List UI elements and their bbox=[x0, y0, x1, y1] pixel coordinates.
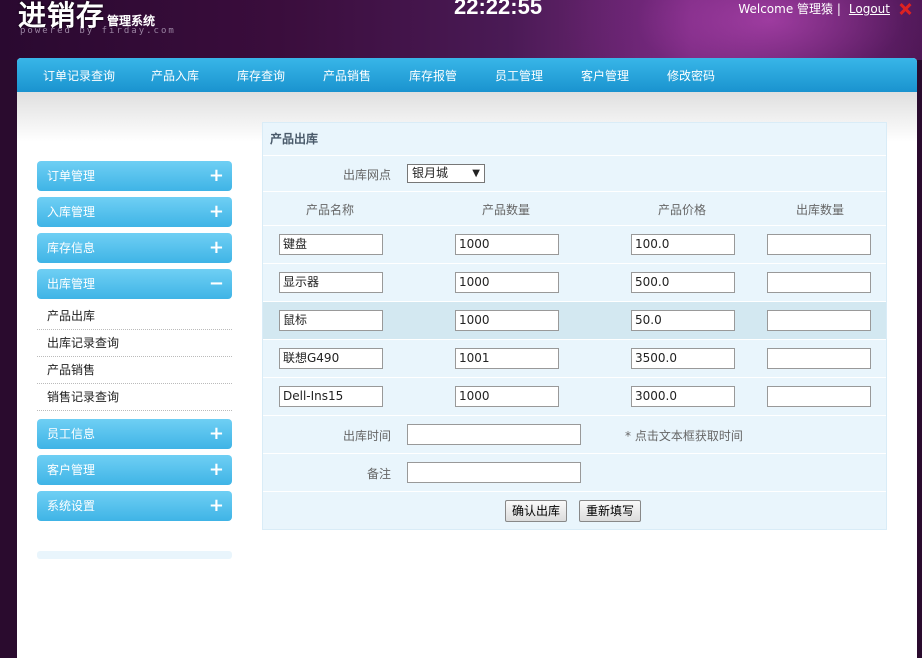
header: 进销存 管理系统 powered by firday.com 22:22:55 W… bbox=[0, 0, 922, 60]
sidebar-item-product-sales[interactable]: 产品销售 bbox=[37, 357, 232, 384]
outbound-form: 产品出库 出库网点 银月城 ▼ 产品名称 产品数量 产品价格 出库数量 键盘 1… bbox=[262, 122, 887, 530]
product-price-field[interactable]: 100.0 bbox=[631, 234, 735, 255]
sidebar-section-label: 库存信息 bbox=[47, 241, 96, 255]
note-field[interactable] bbox=[407, 462, 581, 483]
confirm-outbound-button[interactable]: 确认出库 bbox=[505, 500, 568, 522]
product-qty-field[interactable]: 1000 bbox=[455, 272, 559, 293]
time-row: 出库时间 * 点击文本框获取时间 bbox=[263, 416, 886, 454]
out-qty-field[interactable] bbox=[767, 272, 871, 293]
sidebar-section-outbound[interactable]: 出库管理 − bbox=[37, 269, 232, 299]
product-row: 键盘 1000 100.0 bbox=[263, 226, 886, 264]
product-price-field[interactable]: 500.0 bbox=[631, 272, 735, 293]
sidebar-item-product-outbound[interactable]: 产品出库 bbox=[37, 303, 232, 330]
time-label: 出库时间 bbox=[343, 429, 392, 443]
product-qty-field[interactable]: 1000 bbox=[455, 386, 559, 407]
welcome-bar: Welcome 管理猿 | Logout bbox=[738, 0, 912, 17]
sidebar-section-settings[interactable]: 系统设置 + bbox=[37, 491, 232, 521]
note-row: 备注 bbox=[263, 454, 886, 492]
product-name-field[interactable]: Dell-Ins15 bbox=[279, 386, 383, 407]
sidebar-submenu-outbound: 产品出库 出库记录查询 产品销售 销售记录查询 bbox=[37, 303, 232, 413]
time-hint: * 点击文本框获取时间 bbox=[625, 429, 743, 443]
product-row: 联想G490 1001 3500.0 bbox=[263, 340, 886, 378]
powered-by: powered by firday.com bbox=[20, 26, 176, 36]
nav-change-password[interactable]: 修改密码 bbox=[667, 67, 719, 84]
product-row: 显示器 1000 500.0 bbox=[263, 264, 886, 302]
product-price-field[interactable]: 3500.0 bbox=[631, 348, 735, 369]
out-qty-field[interactable] bbox=[767, 348, 871, 369]
sidebar-section-label: 订单管理 bbox=[47, 169, 96, 183]
sidebar-section-staff[interactable]: 员工信息 + bbox=[37, 419, 232, 449]
button-row: 确认出库 重新填写 bbox=[263, 492, 886, 530]
dropdown-arrow-icon: ▼ bbox=[472, 168, 480, 179]
top-nav: 订单记录查询 产品入库 库存查询 产品销售 库存报管 员工管理 客户管理 修改密… bbox=[17, 58, 917, 92]
welcome-text: Welcome 管理猿 | bbox=[738, 2, 841, 16]
sidebar-section-label: 客户管理 bbox=[47, 463, 96, 477]
sidebar-section-orders[interactable]: 订单管理 + bbox=[37, 161, 232, 191]
sidebar-section-label: 员工信息 bbox=[47, 427, 96, 441]
product-row: Dell-Ins15 1000 3000.0 bbox=[263, 378, 886, 416]
sidebar-section-inbound[interactable]: 入库管理 + bbox=[37, 197, 232, 227]
expand-icon: + bbox=[208, 459, 224, 480]
sidebar: 订单管理 + 入库管理 + 库存信息 + 出库管理 − 产品出库 出库记录查询 … bbox=[37, 161, 232, 559]
expand-icon: + bbox=[208, 423, 224, 444]
outlet-select[interactable]: 银月城 ▼ bbox=[407, 164, 485, 183]
nav-product-sales[interactable]: 产品销售 bbox=[323, 67, 375, 84]
sidebar-section-label: 系统设置 bbox=[47, 499, 96, 513]
col-header-qty: 产品数量 bbox=[482, 203, 531, 217]
collapse-icon: − bbox=[208, 273, 224, 294]
product-name-field[interactable]: 联想G490 bbox=[279, 348, 383, 369]
col-header-name: 产品名称 bbox=[306, 203, 355, 217]
nav-staff[interactable]: 员工管理 bbox=[495, 67, 547, 84]
product-qty-field[interactable]: 1000 bbox=[455, 310, 559, 331]
reset-button[interactable]: 重新填写 bbox=[579, 500, 642, 522]
col-header-price: 产品价格 bbox=[658, 203, 707, 217]
col-header-out-qty: 出库数量 bbox=[796, 203, 845, 217]
main-container: 订单记录查询 产品入库 库存查询 产品销售 库存报管 员工管理 客户管理 修改密… bbox=[17, 58, 917, 658]
sidebar-footer bbox=[37, 551, 232, 559]
time-field[interactable] bbox=[407, 424, 581, 445]
sidebar-item-outbound-records[interactable]: 出库记录查询 bbox=[37, 330, 232, 357]
product-qty-field[interactable]: 1001 bbox=[455, 348, 559, 369]
out-qty-field[interactable] bbox=[767, 386, 871, 407]
out-qty-field[interactable] bbox=[767, 234, 871, 255]
expand-icon: + bbox=[208, 495, 224, 516]
clock: 22:22:55 bbox=[454, 0, 543, 19]
column-header-row: 产品名称 产品数量 产品价格 出库数量 bbox=[263, 192, 886, 226]
form-title: 产品出库 bbox=[263, 123, 886, 156]
nav-stock-query[interactable]: 库存查询 bbox=[237, 67, 289, 84]
expand-icon: + bbox=[208, 237, 224, 258]
expand-icon: + bbox=[208, 165, 224, 186]
out-qty-field[interactable] bbox=[767, 310, 871, 331]
product-price-field[interactable]: 50.0 bbox=[631, 310, 735, 331]
note-label: 备注 bbox=[367, 467, 392, 481]
close-icon[interactable] bbox=[898, 2, 912, 16]
product-name-field[interactable]: 显示器 bbox=[279, 272, 383, 293]
product-qty-field[interactable]: 1000 bbox=[455, 234, 559, 255]
nav-customers[interactable]: 客户管理 bbox=[581, 67, 633, 84]
sidebar-section-label: 入库管理 bbox=[47, 205, 96, 219]
nav-order-query[interactable]: 订单记录查询 bbox=[43, 67, 117, 84]
sidebar-section-stock[interactable]: 库存信息 + bbox=[37, 233, 232, 263]
product-row-highlighted: 鼠标 1000 50.0 bbox=[263, 302, 886, 340]
product-price-field[interactable]: 3000.0 bbox=[631, 386, 735, 407]
sidebar-section-customers[interactable]: 客户管理 + bbox=[37, 455, 232, 485]
logout-link[interactable]: Logout bbox=[849, 2, 890, 16]
product-name-field[interactable]: 键盘 bbox=[279, 234, 383, 255]
nav-stock-report[interactable]: 库存报管 bbox=[409, 67, 461, 84]
outlet-select-value: 银月城 bbox=[412, 166, 449, 180]
outlet-row: 出库网点 银月城 ▼ bbox=[263, 156, 886, 192]
sidebar-section-label: 出库管理 bbox=[47, 277, 96, 291]
sidebar-item-sales-records[interactable]: 销售记录查询 bbox=[37, 384, 232, 411]
expand-icon: + bbox=[208, 201, 224, 222]
product-name-field[interactable]: 鼠标 bbox=[279, 310, 383, 331]
outlet-label: 出库网点 bbox=[343, 168, 392, 182]
nav-product-inbound[interactable]: 产品入库 bbox=[151, 67, 203, 84]
